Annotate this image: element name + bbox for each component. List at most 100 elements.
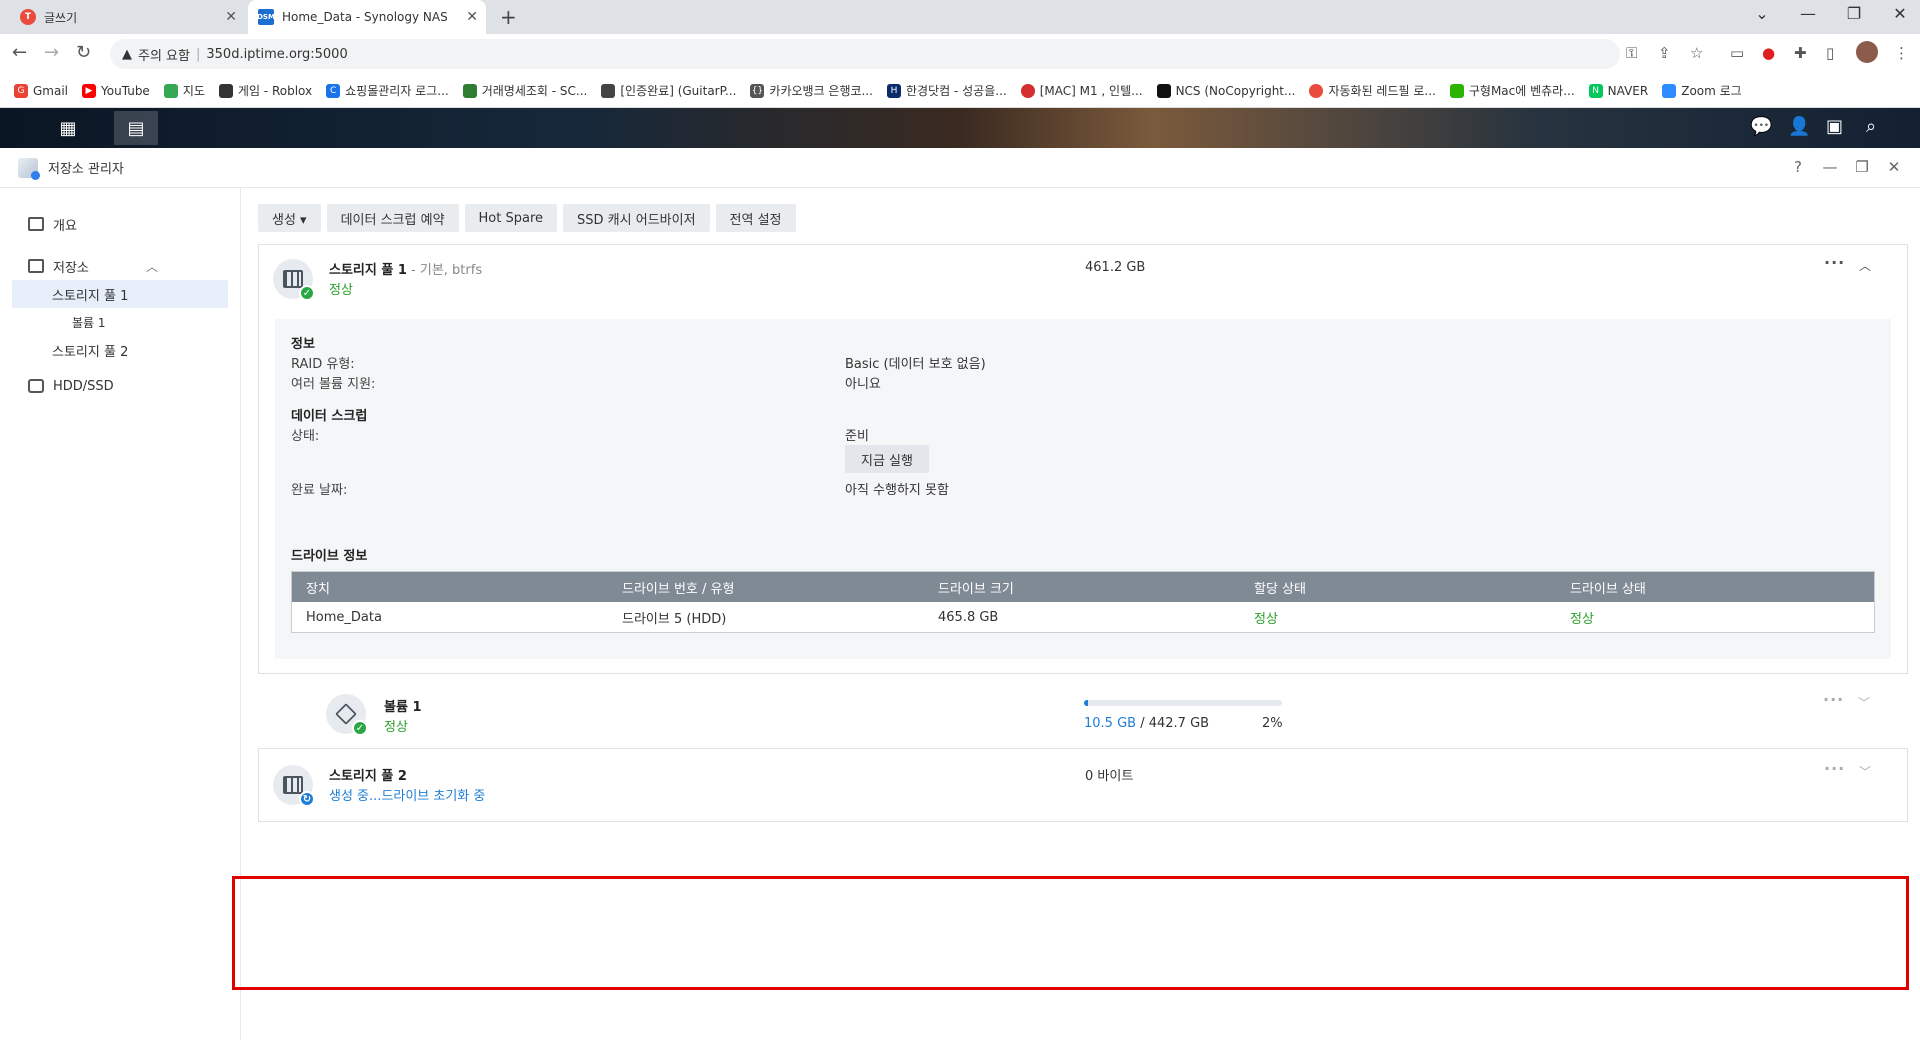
overview-icon [28, 217, 44, 231]
chevron-up-icon[interactable]: ︿ [146, 258, 158, 275]
hot-spare-button[interactable]: Hot Spare [464, 204, 558, 232]
bookmark-item[interactable]: 구형Mac에 벤츄라... [1449, 82, 1575, 99]
status-text: 정상 [384, 720, 408, 735]
reload-icon[interactable]: ↻ [76, 42, 91, 63]
volume-usage-bar [1084, 700, 1282, 706]
extensions-puzzle-icon[interactable]: ✚ [1794, 44, 1807, 62]
profile-avatar[interactable] [1856, 41, 1878, 63]
bookmark-item[interactable]: H 한경닷컴 - 성공을... [887, 82, 1007, 99]
pool-detail-panel: 정보 RAID 유형: Basic (데이터 보호 없음) 여러 볼륨 지원: … [275, 319, 1891, 659]
minimize-icon[interactable]: — [1818, 158, 1842, 176]
table-header: 드라이브 번호 / 유형 [622, 581, 735, 597]
volume-1-row[interactable]: ✓ 볼륨 1 정상 10.5 GB / 442.7 GB 2% ··· ﹀ [258, 682, 1908, 758]
pool-meta: - 기본, btrfs [406, 263, 483, 278]
table-row[interactable]: Home_Data 드라이브 5 (HDD) 465.8 GB 정상 정상 [292, 602, 1874, 632]
side-panel-icon[interactable]: ▯ [1826, 44, 1834, 62]
bookmark-item[interactable]: {} 카카오뱅크 은행코... [750, 82, 873, 99]
help-icon[interactable]: ? [1786, 158, 1810, 176]
close-icon[interactable]: ✕ [1882, 158, 1906, 176]
opera-extension-icon[interactable]: ● [1762, 44, 1775, 62]
sidebar-item-hdd-ssd[interactable]: HDD/SSD [0, 372, 240, 400]
table-cell: 정상 [1254, 611, 1278, 627]
multi-volume-value: 아니요 [845, 377, 881, 392]
ncs-icon [1156, 83, 1171, 98]
sidebar-item-storage-pool-1[interactable]: 스토리지 풀 1 [12, 280, 228, 308]
check-icon: ✓ [352, 720, 368, 736]
ssd-cache-advisor-button[interactable]: SSD 캐시 어드바이저 [563, 204, 710, 232]
new-tab-plus-icon[interactable]: + [500, 5, 517, 29]
address-bar-row: ← → ↻ ▲ 주의 요함 | 350d.iptime.org:5000 ⚿ ⇪… [0, 34, 1920, 74]
bookmark-item[interactable]: ▶ YouTube [82, 83, 150, 98]
bookmark-item[interactable]: G Gmail [14, 83, 68, 98]
main-menu-grid-icon[interactable]: ▦ [46, 111, 90, 145]
bookmark-item[interactable]: N NAVER [1588, 83, 1649, 98]
kebab-menu-icon[interactable]: ⋮ [1894, 44, 1909, 62]
storage-pool-2-card[interactable]: ↻ 스토리지 풀 2 생성 중...드라이브 초기화 중 0 바이트 ··· ﹀ [258, 748, 1908, 822]
cast-icon[interactable]: ▭ [1730, 44, 1744, 62]
sidebar-item-storage[interactable]: 저장소 ︿ [0, 252, 240, 280]
back-arrow-icon[interactable]: ← [12, 42, 27, 63]
bookmark-label: NAVER [1607, 83, 1649, 98]
more-options-icon[interactable]: ··· [1824, 253, 1845, 272]
bookmark-item[interactable]: 자동화된 레드필 로... [1309, 82, 1436, 99]
share-icon[interactable]: ⇪ [1658, 44, 1671, 62]
create-dropdown-button[interactable]: 생성 ▾ [258, 204, 321, 232]
browser-tab-1[interactable]: T 글쓰기 ✕ [10, 0, 245, 34]
window-close-icon[interactable]: ✕ [1880, 4, 1920, 23]
search-icon[interactable]: ⌕ [1866, 116, 1876, 137]
star-bookmark-icon[interactable]: ☆ [1690, 44, 1703, 62]
bookmark-item[interactable]: 지도 [163, 82, 205, 99]
restore-icon[interactable]: ❐ [1834, 4, 1874, 23]
bookmark-item[interactable]: [MAC] M1 , 인텔... [1020, 82, 1143, 99]
bookmark-item[interactable]: 거래명세조회 - SC... [462, 82, 588, 99]
key-icon[interactable]: ⚿ [1626, 44, 1637, 62]
bookmark-label: 거래명세조회 - SC... [481, 84, 588, 98]
data-scrub-schedule-button[interactable]: 데이터 스크럽 예약 [326, 204, 459, 232]
volume-usage-fill [1084, 700, 1088, 706]
chevron-down-icon[interactable]: ﹀ [1859, 763, 1871, 780]
bookmark-item[interactable]: 게임 - Roblox [218, 82, 312, 99]
sync-icon: ↻ [299, 791, 315, 807]
status-text: 정상 [329, 283, 353, 298]
sidebar-item-label: 스토리지 풀 1 [52, 288, 129, 304]
volume-usage-text: 10.5 GB / 442.7 GB [1084, 716, 1209, 731]
minimize-icon[interactable]: — [1788, 4, 1828, 23]
sidebar-item-label: 개요 [53, 218, 77, 234]
bookmark-item[interactable]: Zoom 로그 [1662, 82, 1742, 99]
table-cell: 정상 [1570, 611, 1594, 627]
bookmark-item[interactable]: C 쇼핑몰관리자 로그... [326, 82, 449, 99]
hankyung-icon: H [887, 83, 902, 98]
user-icon[interactable]: 👤 [1788, 116, 1810, 137]
sidebar-item-label: 스토리지 풀 2 [52, 344, 129, 360]
storage-icon [28, 259, 44, 273]
bookmark-label: 쇼핑몰관리자 로그... [345, 84, 449, 98]
storage-manager-icon [18, 157, 40, 180]
more-options-icon[interactable]: ··· [1823, 690, 1844, 709]
widgets-icon[interactable]: ▣ [1826, 116, 1843, 137]
run-now-button[interactable]: 지금 실행 [845, 445, 929, 473]
tistory-favicon-icon: T [20, 9, 36, 25]
chevron-down-icon[interactable]: ﹀ [1858, 694, 1870, 711]
close-icon[interactable]: ✕ [466, 9, 478, 25]
bookmark-item[interactable]: [인증완료] (GuitarP... [601, 82, 736, 99]
total-size: / 442.7 GB [1136, 716, 1210, 731]
url-omnibox[interactable]: ▲ 주의 요함 | 350d.iptime.org:5000 [110, 39, 1620, 69]
browser-tab-2[interactable]: DSM Home_Data - Synology NAS ✕ [248, 0, 486, 34]
bookmark-item[interactable]: NCS (NoCopyright... [1156, 83, 1295, 98]
tab-search-chevron-icon[interactable]: ⌄ [1742, 4, 1782, 23]
close-icon[interactable]: ✕ [225, 9, 237, 25]
pool-size: 461.2 GB [1085, 260, 1146, 275]
notification-chat-icon[interactable]: 💬 [1750, 116, 1772, 137]
storage-manager-taskbar-icon[interactable]: ▤ [114, 111, 158, 145]
check-icon: ✓ [299, 285, 315, 301]
pool-name: 스토리지 풀 1 [329, 263, 407, 278]
more-options-icon[interactable]: ··· [1824, 759, 1845, 778]
global-settings-button[interactable]: 전역 설정 [715, 204, 796, 232]
chevron-up-icon[interactable]: ︿ [1859, 257, 1871, 274]
sidebar-item-storage-pool-2[interactable]: 스토리지 풀 2 [0, 336, 240, 364]
sidebar-item-overview[interactable]: 개요 [0, 210, 240, 238]
bookmark-label: YouTube [101, 83, 150, 98]
maximize-icon[interactable]: ❐ [1850, 158, 1874, 176]
forward-arrow-icon[interactable]: → [44, 42, 59, 63]
sidebar-item-volume-1[interactable]: 볼륨 1 [0, 308, 240, 336]
